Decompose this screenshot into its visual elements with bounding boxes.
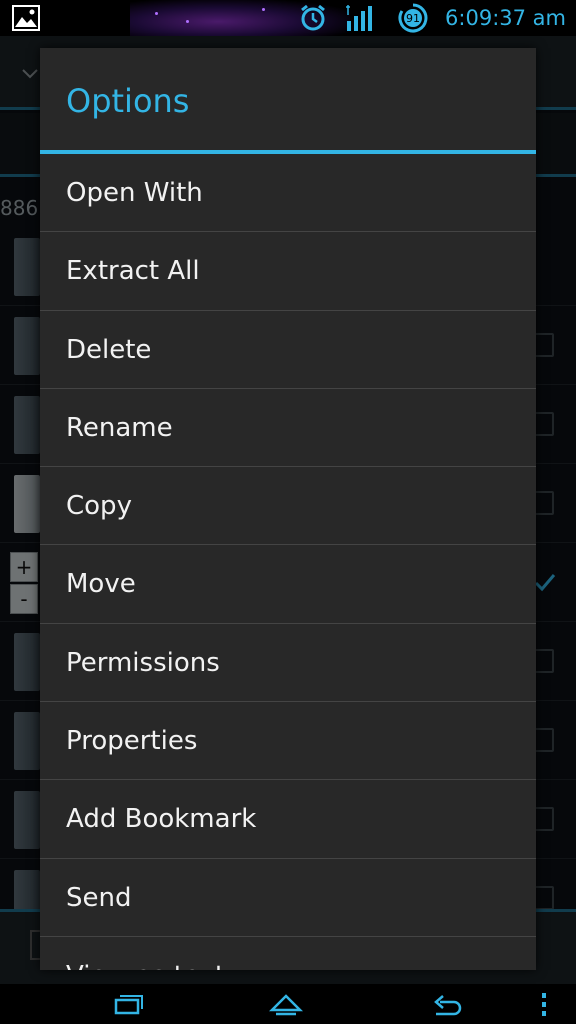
- wallpaper-star: [186, 20, 189, 23]
- option-copy[interactable]: Copy: [40, 467, 536, 546]
- battery-level-label: 91: [406, 12, 420, 25]
- wallpaper-star: [155, 12, 158, 15]
- option-open-with[interactable]: Open With: [40, 154, 536, 233]
- alarm-icon: [301, 4, 325, 31]
- image-notification-icon: [12, 5, 40, 31]
- options-list[interactable]: Open With Extract All Delete Rename Copy…: [40, 154, 536, 970]
- status-clock: 6:09:37 am: [445, 6, 566, 30]
- option-view-as-text[interactable]: View as text: [40, 937, 536, 970]
- dialog-title: Options: [66, 82, 190, 120]
- overflow-menu-icon[interactable]: [534, 990, 554, 1018]
- signal-strength-icon: [346, 5, 372, 31]
- navigation-bar: [0, 984, 576, 1024]
- screen: 91 6:09:37 am 886 + - Options Open With …: [0, 0, 576, 1024]
- option-properties[interactable]: Properties: [40, 702, 536, 781]
- recent-apps-icon[interactable]: [110, 990, 146, 1018]
- options-dialog: Options Open With Extract All Delete Ren…: [40, 48, 536, 970]
- option-permissions[interactable]: Permissions: [40, 624, 536, 703]
- option-send[interactable]: Send: [40, 859, 536, 937]
- back-icon[interactable]: [430, 990, 466, 1018]
- option-extract-all[interactable]: Extract All: [40, 232, 536, 311]
- option-move[interactable]: Move: [40, 545, 536, 624]
- option-delete[interactable]: Delete: [40, 311, 536, 389]
- battery-icon: 91: [398, 3, 428, 33]
- option-add-bookmark[interactable]: Add Bookmark: [40, 780, 536, 859]
- option-rename[interactable]: Rename: [40, 389, 536, 468]
- home-icon[interactable]: [268, 990, 304, 1018]
- status-bar: 91 6:09:37 am: [0, 0, 576, 36]
- wallpaper-star: [262, 8, 265, 11]
